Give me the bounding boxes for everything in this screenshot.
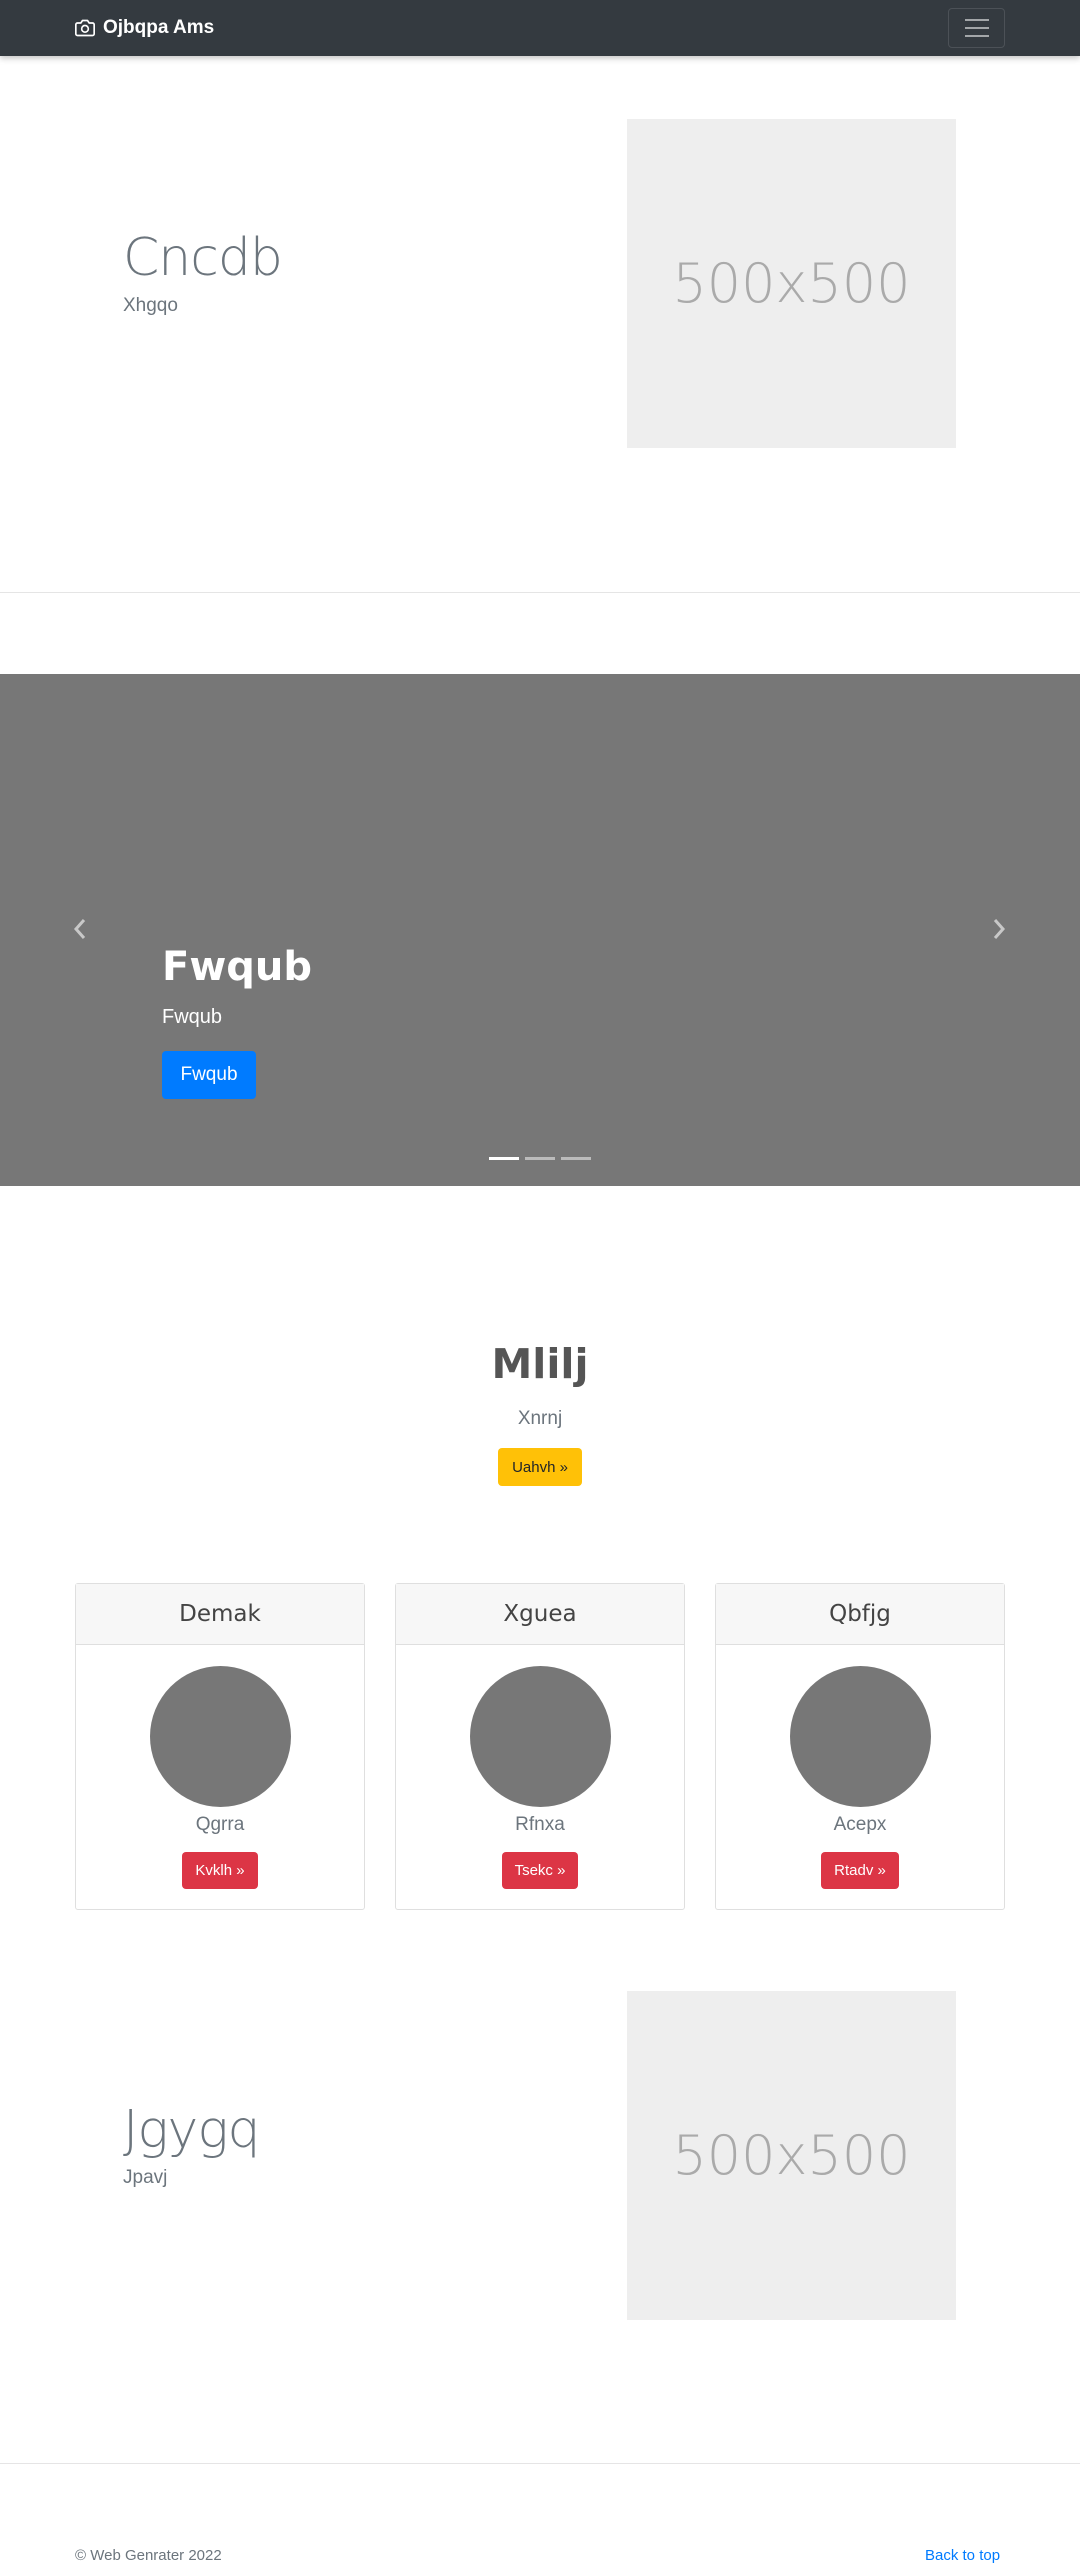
marketing-heading: Mlilj bbox=[491, 1340, 589, 1388]
carousel-indicator-2[interactable] bbox=[525, 1157, 555, 1160]
carousel-indicator-1[interactable] bbox=[489, 1157, 519, 1160]
footer-copyright: © Web Genrater 2022 bbox=[75, 2547, 222, 2564]
feature-lead: Jpavj bbox=[123, 2167, 168, 2188]
carousel-prev-button[interactable] bbox=[70, 916, 90, 942]
back-to-top-link[interactable]: Back to top bbox=[925, 2547, 1000, 2564]
card-3: Qbfjg Acepx Rtadv » bbox=[715, 1583, 1005, 1910]
brand-link[interactable]: Ojbqpa Ams bbox=[75, 0, 214, 56]
marketing-lead: Xnrnj bbox=[517, 1408, 563, 1429]
chevron-left-icon bbox=[73, 919, 86, 939]
featurette-divider bbox=[0, 2463, 1080, 2464]
carousel-next-button[interactable] bbox=[989, 916, 1009, 942]
featurette-divider bbox=[0, 592, 1080, 593]
card-avatar bbox=[150, 1666, 291, 1807]
top-navbar: Ojbqpa Ams bbox=[0, 0, 1080, 56]
card-2: Xguea Rfnxa Tsekc » bbox=[395, 1583, 685, 1910]
card-name: Qgrra bbox=[195, 1814, 245, 1835]
feature-image-placeholder: 500x500 bbox=[627, 1991, 956, 2320]
carousel-caption-button[interactable]: Fwqub bbox=[162, 1051, 256, 1099]
card-avatar bbox=[470, 1666, 611, 1807]
feature-section-1: Cncdb Xhgqo 500x500 bbox=[0, 56, 1080, 586]
carousel-indicators bbox=[489, 1157, 591, 1160]
card-button[interactable]: Rtadv » bbox=[821, 1852, 899, 1889]
hamburger-icon-line bbox=[964, 27, 989, 29]
feature-image-placeholder: 500x500 bbox=[627, 119, 956, 448]
carousel-caption-title: Fwqub bbox=[162, 944, 313, 990]
feature-heading: Jgygq bbox=[123, 2100, 261, 2160]
card-name: Acepx bbox=[833, 1814, 887, 1835]
brand-name: Ojbqpa Ams bbox=[103, 17, 215, 38]
card-button[interactable]: Kvklh » bbox=[182, 1852, 258, 1889]
card-1: Demak Qgrra Kvklh » bbox=[75, 1583, 365, 1910]
feature-heading: Cncdb bbox=[123, 228, 283, 288]
feature-lead: Xhgqo bbox=[123, 295, 178, 316]
chevron-right-icon bbox=[993, 919, 1006, 939]
card-button[interactable]: Tsekc » bbox=[502, 1852, 578, 1889]
navbar-toggler-button[interactable] bbox=[948, 8, 1005, 48]
hamburger-icon bbox=[964, 19, 989, 21]
camera-icon bbox=[75, 19, 95, 37]
card-header: Demak bbox=[76, 1584, 364, 1645]
marketing-button[interactable]: Uahvh » bbox=[498, 1448, 582, 1486]
card-header: Xguea bbox=[396, 1584, 684, 1645]
card-avatar bbox=[790, 1666, 931, 1807]
carousel-indicator-3[interactable] bbox=[561, 1157, 591, 1160]
carousel-caption-text: Fwqub bbox=[162, 1006, 223, 1028]
hamburger-icon-line bbox=[964, 35, 989, 37]
feature-section-2: Jgygq Jpavj 500x500 bbox=[0, 1928, 1080, 2458]
card-header: Qbfjg bbox=[716, 1584, 1004, 1645]
hero-carousel: Fwqub Fwqub Fwqub bbox=[0, 674, 1080, 1186]
card-name: Rfnxa bbox=[515, 1814, 565, 1835]
